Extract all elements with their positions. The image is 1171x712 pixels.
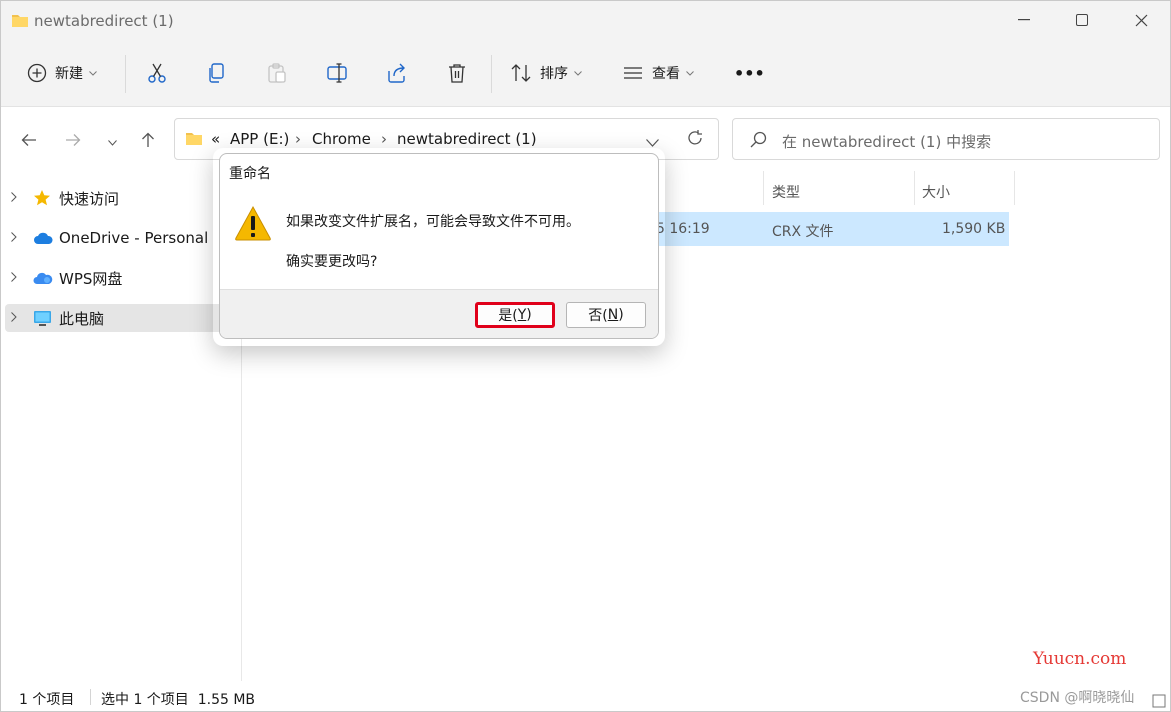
sort-icon [510,62,532,84]
no-label-suffix: ) [618,307,624,323]
title-bar: newtabredirect (1) [1,1,1170,41]
dialog-question: 确实要更改吗? [286,254,378,270]
minimize-button[interactable] [994,1,1054,39]
delete-button[interactable] [446,58,468,88]
status-divider [90,689,91,705]
watermark-site: Yuucn.com [1033,649,1127,669]
column-header-type[interactable]: 类型 [772,176,800,208]
trash-icon [446,62,468,84]
sort-label: 排序 [540,66,568,82]
folder-icon [185,130,203,150]
warning-icon [234,205,272,245]
copy-button[interactable] [206,58,228,88]
sidebar-item-label: 快速访问 [59,189,120,208]
paste-button[interactable] [266,58,288,88]
search-icon [750,131,767,152]
column-divider [1014,171,1015,205]
chevron-right-icon[interactable] [11,271,29,285]
breadcrumb-separator: › [295,130,301,148]
forward-button[interactable] [58,127,88,157]
up-button[interactable] [133,127,163,157]
yes-label-prefix: 是( [498,308,518,324]
file-size: 1,590 KB [942,221,1006,237]
sidebar-item-onedrive[interactable]: OneDrive - Personal [5,224,242,252]
status-bar: 1 个项目 选中 1 个项目 1.55 MB [1,681,1170,712]
yes-button[interactable]: 是(Y) [475,302,555,328]
rename-button[interactable] [326,58,348,88]
share-icon [386,62,408,84]
sidebar-item-label: OneDrive - Personal [59,229,209,247]
sidebar-item-this-pc[interactable]: 此电脑 [5,304,242,332]
resize-grip-icon[interactable] [1151,693,1167,709]
view-list-icon [622,62,644,84]
arrow-right-icon [65,133,81,151]
command-bar: 新建 排序 查看 ••• [1,41,1170,107]
wps-cloud-icon [33,271,55,285]
dialog-footer: 是(Y) 否(N) [220,289,658,338]
yes-label-suffix: ) [526,307,532,323]
sidebar-item-label: 此电脑 [59,309,105,328]
back-button[interactable] [14,127,44,157]
column-divider [914,171,915,205]
toolbar-divider [125,55,126,93]
sidebar-item-wps[interactable]: WPS网盘 [5,264,242,292]
more-icon: ••• [734,63,765,83]
explorer-window: newtabredirect (1) 新建 排序 查看 ••• « APP (E… [0,0,1171,712]
new-label: 新建 [55,66,83,82]
chevron-down-icon [89,70,97,76]
view-label: 查看 [652,66,680,82]
item-count: 1 个项目 [19,692,75,708]
paste-icon [266,62,288,84]
rename-icon [326,62,348,84]
breadcrumb-app[interactable]: APP (E:) [230,130,289,148]
address-overflow[interactable]: « [211,130,220,148]
sidebar-item-quick-access[interactable]: 快速访问 [5,184,242,212]
sort-button[interactable]: 排序 [510,58,582,88]
computer-icon [33,310,55,327]
chevron-down-icon [686,70,694,76]
refresh-icon[interactable] [686,129,704,151]
close-button[interactable] [1111,1,1171,39]
search-placeholder: 在 newtabredirect (1) 中搜索 [782,133,992,151]
new-button[interactable]: 新建 [27,58,97,88]
yes-accelerator: Y [517,307,527,323]
chevron-right-icon[interactable] [11,231,29,245]
arrow-up-icon [141,132,155,152]
toolbar-divider [491,55,492,93]
column-header-size[interactable]: 大小 [922,176,950,208]
chevron-down-icon [107,134,117,150]
window-title: newtabredirect (1) [34,12,174,30]
recent-locations-button[interactable] [97,127,127,157]
column-divider [763,171,764,205]
watermark-csdn: CSDN @啊晓晓仙 [1020,690,1135,706]
scissors-icon [146,62,168,84]
plus-circle-icon [27,63,47,83]
view-button[interactable]: 查看 [622,58,694,88]
share-button[interactable] [386,58,408,88]
folder-icon [11,12,29,32]
onedrive-cloud-icon [33,231,55,245]
breadcrumb-separator: › [381,130,387,148]
copy-icon [206,62,228,84]
breadcrumb-chrome[interactable]: Chrome [312,130,371,148]
selection-info: 选中 1 个项目 1.55 MB [101,692,256,708]
no-accelerator: N [607,307,619,323]
rename-confirm-dialog: 重命名 如果改变文件扩展名，可能会导致文件不可用。 确实要更改吗? 是(Y) 否… [219,153,659,339]
chevron-right-icon[interactable] [11,311,29,325]
breadcrumb-current[interactable]: newtabredirect (1) [397,130,537,148]
cut-button[interactable] [146,58,168,88]
dialog-title: 重命名 [229,166,271,182]
no-label-prefix: 否( [588,308,608,324]
arrow-left-icon [21,133,37,151]
maximize-button[interactable] [1052,1,1112,39]
sidebar-item-label: WPS网盘 [59,269,123,288]
more-options-button[interactable]: ••• [734,58,765,88]
star-icon [33,189,55,207]
chevron-right-icon[interactable] [11,191,29,205]
chevron-down-icon [574,70,582,76]
no-button[interactable]: 否(N) [566,302,646,328]
search-box[interactable]: 在 newtabredirect (1) 中搜索 [732,118,1160,160]
dialog-message: 如果改变文件扩展名，可能会导致文件不可用。 [286,214,580,230]
file-type: CRX 文件 [772,224,834,240]
